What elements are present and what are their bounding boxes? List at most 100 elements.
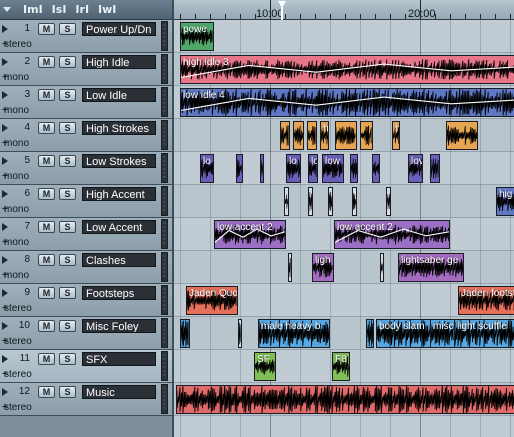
track-lane-6[interactable] — [174, 185, 514, 218]
audio-event[interactable]: lo — [200, 154, 214, 183]
track-header-7[interactable]: +7 M S Low Accent mono — [0, 218, 172, 251]
track-header-1[interactable]: +1 M S Power Up/Dn stereo — [0, 20, 172, 53]
solo-button[interactable]: S — [59, 287, 76, 299]
audio-event[interactable] — [236, 154, 243, 183]
mute-button[interactable]: M — [38, 188, 55, 200]
track-name-field[interactable]: High Strokes — [82, 121, 156, 135]
expand-track-icon[interactable] — [2, 355, 8, 363]
audio-event[interactable]: light scuffle — [454, 319, 514, 348]
expand-track-icon[interactable] — [2, 289, 8, 297]
audio-event[interactable] — [366, 319, 374, 348]
solo-button[interactable]: S — [59, 23, 76, 35]
solo-button[interactable]: S — [59, 56, 76, 68]
audio-event[interactable]: F8 — [332, 352, 350, 381]
audio-event[interactable]: low idle 4 — [180, 88, 514, 117]
audio-event[interactable]: lo — [308, 154, 318, 183]
solo-button[interactable]: S — [59, 155, 76, 167]
audio-event[interactable] — [308, 187, 313, 216]
mute-button[interactable]: M — [38, 56, 55, 68]
track-name-field[interactable]: Low Strokes — [82, 154, 156, 168]
track-name-field[interactable]: Footsteps — [82, 286, 156, 300]
audio-event[interactable] — [260, 154, 264, 183]
audio-event[interactable]: SF — [254, 352, 276, 381]
audio-event[interactable]: Jaden Quo — [186, 286, 238, 315]
audio-event[interactable] — [380, 253, 384, 282]
track-lane-1[interactable] — [174, 20, 514, 53]
solo-filter-button[interactable]: IsI — [52, 3, 67, 16]
track-name-field[interactable]: High Accent — [82, 187, 156, 201]
mute-button[interactable]: M — [38, 122, 55, 134]
audio-event[interactable] — [328, 187, 333, 216]
audio-event[interactable] — [372, 154, 380, 183]
audio-event[interactable]: low accent 2 — [214, 220, 286, 249]
track-name-field[interactable]: Power Up/Dn — [82, 22, 156, 36]
track-name-field[interactable]: Clashes — [82, 253, 156, 267]
audio-event[interactable]: Jaden footst — [458, 286, 514, 315]
mute-button[interactable]: M — [38, 386, 55, 398]
mute-button[interactable]: M — [38, 320, 55, 332]
audio-event[interactable] — [238, 319, 242, 348]
audio-event[interactable] — [293, 121, 304, 150]
audio-event[interactable]: misc — [430, 319, 455, 348]
expand-track-icon[interactable] — [2, 322, 8, 330]
audio-event[interactable] — [280, 121, 290, 150]
solo-button[interactable]: S — [59, 122, 76, 134]
expand-track-icon[interactable] — [2, 223, 8, 231]
solo-button[interactable]: S — [59, 320, 76, 332]
track-header-12[interactable]: +12 M S Music stereo — [0, 383, 172, 416]
track-header-4[interactable]: +4 M S High Strokes mono — [0, 119, 172, 152]
solo-button[interactable]: S — [59, 89, 76, 101]
audio-event[interactable] — [288, 253, 292, 282]
audio-event[interactable] — [284, 187, 289, 216]
track-header-11[interactable]: +11 M S SFX stereo — [0, 350, 172, 383]
audio-event[interactable]: lov — [408, 154, 423, 183]
audio-event[interactable]: lightsaber ge — [398, 253, 464, 282]
mute-filter-button[interactable]: ImI — [23, 3, 43, 16]
mute-button[interactable]: M — [38, 221, 55, 233]
audio-event[interactable]: hi — [320, 121, 329, 150]
track-name-field[interactable]: Low Accent — [82, 220, 156, 234]
audio-event[interactable] — [386, 187, 391, 216]
audio-event[interactable] — [446, 121, 478, 150]
solo-button[interactable]: S — [59, 386, 76, 398]
playhead-line[interactable] — [281, 7, 283, 20]
audio-event[interactable]: lo — [286, 154, 301, 183]
track-lane-5[interactable] — [174, 152, 514, 185]
audio-event[interactable] — [307, 121, 317, 150]
audio-event[interactable] — [176, 385, 514, 414]
mute-button[interactable]: M — [38, 155, 55, 167]
mute-button[interactable]: M — [38, 254, 55, 266]
audio-event[interactable] — [180, 319, 190, 348]
audio-event[interactable]: ligh — [312, 253, 334, 282]
track-header-2[interactable]: +2 M S High Idle mono — [0, 53, 172, 86]
mute-button[interactable]: M — [38, 23, 55, 35]
audio-event[interactable]: body slam — [376, 319, 432, 348]
solo-button[interactable]: S — [59, 221, 76, 233]
track-name-field[interactable]: Music — [82, 385, 156, 399]
track-header-5[interactable]: +5 M S Low Strokes mono — [0, 152, 172, 185]
expand-track-icon[interactable] — [2, 91, 8, 99]
expand-track-icon[interactable] — [2, 124, 8, 132]
track-list-menu-icon[interactable] — [0, 0, 14, 20]
solo-button[interactable]: S — [59, 188, 76, 200]
track-header-3[interactable]: +3 M S Low Idle mono — [0, 86, 172, 119]
track-name-field[interactable]: SFX — [82, 352, 156, 366]
expand-track-icon[interactable] — [2, 58, 8, 66]
track-header-8[interactable]: +8 M S Clashes mono — [0, 251, 172, 284]
audio-event[interactable] — [430, 154, 440, 183]
audio-event[interactable] — [350, 154, 358, 183]
expand-track-icon[interactable] — [2, 157, 8, 165]
track-header-6[interactable]: +6 M S High Accent mono — [0, 185, 172, 218]
expand-track-icon[interactable] — [2, 256, 8, 264]
track-header-9[interactable]: +9 M S Footsteps stereo — [0, 284, 172, 317]
write-filter-button[interactable]: IwI — [98, 3, 116, 16]
track-header-10[interactable]: +10 M S Misc Foley stereo — [0, 317, 172, 350]
expand-track-icon[interactable] — [2, 190, 8, 198]
read-filter-button[interactable]: IrI — [75, 3, 89, 16]
audio-event[interactable]: hig — [392, 121, 400, 150]
audio-event[interactable]: hig — [496, 187, 514, 216]
audio-event[interactable] — [360, 121, 373, 150]
track-name-field[interactable]: Misc Foley — [82, 319, 156, 333]
track-name-field[interactable]: High Idle — [82, 55, 156, 69]
audio-event[interactable] — [352, 187, 357, 216]
